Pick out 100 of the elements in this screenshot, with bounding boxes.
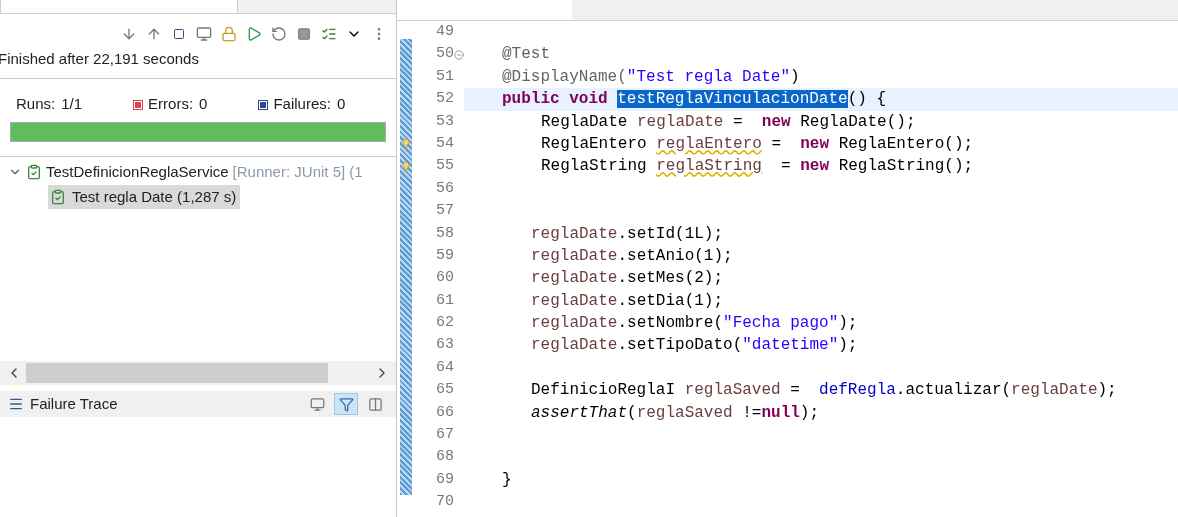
code-token: reglaDate [531,224,618,243]
line-number: 63 [436,335,454,356]
code-token: ReglaString(); [837,157,974,176]
line-number: 52 [436,89,454,110]
code-token: ReglaEntero [541,134,648,153]
line-number: 67 [436,425,454,446]
line-number: 59 [436,245,454,266]
code-token: ( [627,403,637,422]
lock-icon [221,26,237,42]
scrollbar-thumb[interactable] [26,363,328,383]
code-token: new [800,134,830,153]
fold-icon[interactable] [454,49,464,60]
line-number: 49 [436,22,454,42]
counter-value: 1/1 [61,94,83,115]
code-token: reglaDate [637,112,724,131]
code-token: ReglaDate [541,112,629,131]
code-token: public [502,90,561,109]
code-token: "Fecha pago" [723,314,839,333]
code-token: reglaEntero [656,134,762,153]
failure-icon [259,100,268,109]
code-token: = [789,381,801,400]
line-number: 60 [436,268,454,289]
play-icon [246,26,262,42]
test-suite-icon [26,164,42,180]
filter-icon [338,396,354,412]
line-number: 62 [436,313,454,334]
code-token: } [502,470,512,489]
line-number: 65 [436,380,454,401]
code-token: "Test regla Date" [626,67,791,86]
counter-label: Errors: [148,94,194,115]
code-token: @DisplayName( [502,67,627,86]
counter-value: 0 [199,94,208,115]
test-case-icon [50,189,66,205]
line-number: 68 [436,447,454,468]
line-number: 61 [436,290,454,311]
line-number: 56 [436,178,454,199]
code-token: reglaDate [531,314,618,333]
line-number: 53 [436,111,454,132]
stop-icon [297,27,311,41]
code-token: @Test [502,45,550,64]
code-token: = [770,134,783,153]
code-token: reglaSaved [684,381,781,400]
code-token: defRegla [819,381,896,400]
warning-icon[interactable] [400,159,412,174]
rotate-icon [271,26,287,42]
code-token: testReglaVinculacionDate [617,90,848,109]
code-token: reglaDate [1011,381,1098,400]
square-icon [173,28,185,40]
counter-label: Failures: [273,94,331,115]
code-token: ); [799,403,820,422]
line-number: 51 [436,66,454,87]
code-token: .setNombre( [617,314,724,333]
tree-item[interactable]: TestDefinicionReglaService [Runner: JUnit 5] (1 [0,160,396,184]
counter-value: 0 [336,94,346,115]
monitor-icon [196,26,212,42]
code-token: .setAnio(1); [617,246,733,265]
monitor-icon [309,396,325,412]
code-token: null [761,403,800,422]
code-token: void [569,90,609,109]
code-token: ); [838,336,858,355]
code-token: reglaDate [531,336,618,355]
arrow-up-icon [146,26,162,42]
code-token: ); [838,314,858,333]
code-token: DefinicioReglaI [531,381,677,400]
code-token: reglaDate [531,246,618,265]
code-token: new [761,112,791,131]
filter-button[interactable] [334,393,358,415]
status-text: Finished after 22,191 seconds [0,49,200,69]
code-token: .setMes(2); [617,269,724,288]
line-number: 50 [436,44,454,65]
code-token: .setDia(1); [617,291,724,310]
arrow-down-icon [121,26,137,42]
code-token: assertThat [531,403,627,422]
line-number: 58 [436,223,454,244]
line-number: 70 [436,492,454,513]
list-icon [8,396,24,412]
code-token: = [732,112,744,131]
code-token: ReglaString [541,157,648,176]
code-token: ); [1097,381,1117,400]
line-number: 54 [436,133,454,154]
line-number: 69 [436,469,454,490]
line-number: 66 [436,402,454,423]
code-token: ) [790,67,800,86]
code-token: reglaSaved [636,403,733,422]
error-icon [134,100,143,109]
code-token: "datetime" [742,336,839,355]
code-token: ReglaEntero(); [837,134,974,153]
columns-icon [367,396,383,412]
checklist-icon [321,26,337,42]
code-token: reglaDate [531,269,618,288]
warning-icon[interactable] [400,137,412,152]
code-token: .actualizar( [895,381,1012,400]
code-token: reglaDate [531,291,618,310]
code-token: new [800,157,830,176]
line-number: 55 [436,156,454,177]
tree-item[interactable]: Test regla Date (1,287 s) [48,185,241,209]
code-token: != [741,403,762,422]
code-token: = [780,157,792,176]
code-token: reglaString [656,157,762,176]
code-token: ReglaDate(); [799,112,916,131]
